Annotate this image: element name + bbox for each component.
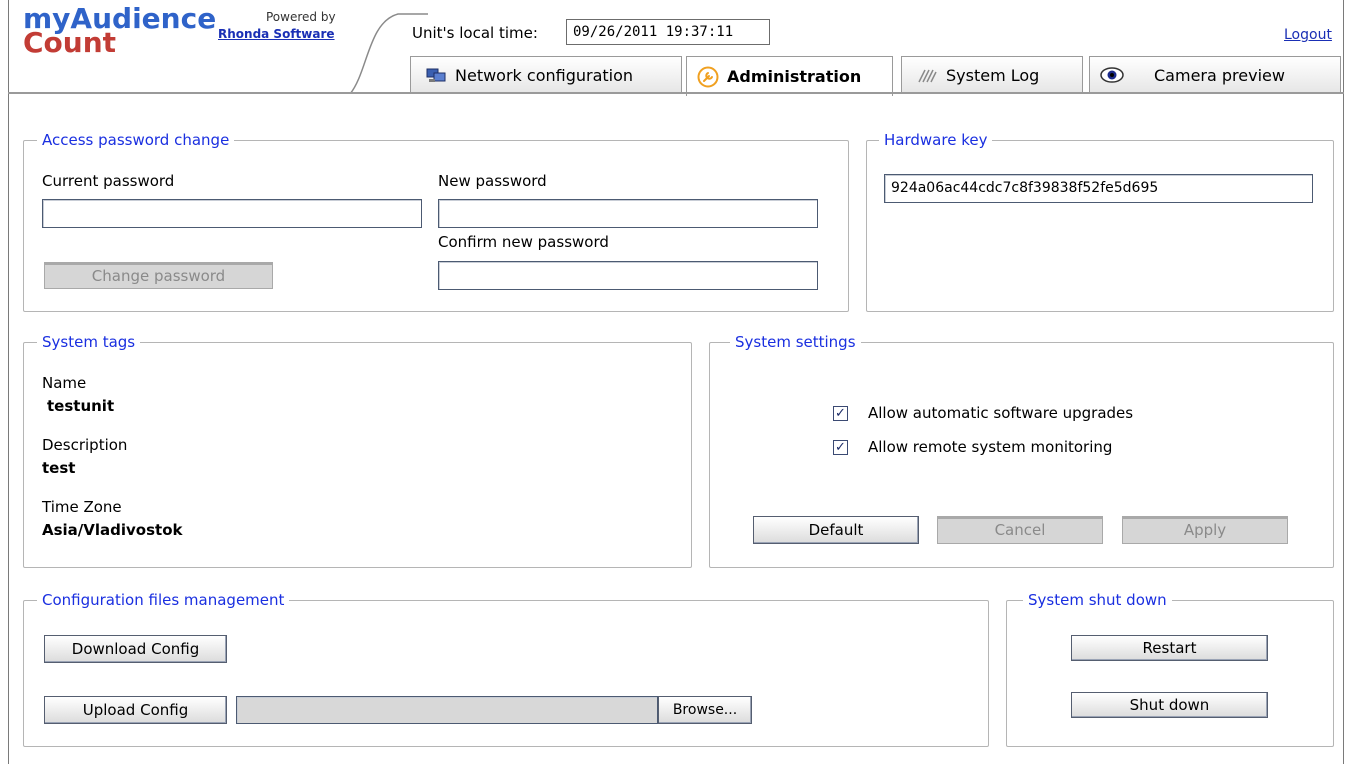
- wrench-icon: [697, 66, 719, 87]
- panel-legend: System tags: [37, 333, 141, 351]
- tab-label: System Log: [946, 65, 1040, 85]
- shutdown-button[interactable]: Shut down: [1071, 692, 1268, 718]
- monitoring-checkbox[interactable]: ✓: [833, 440, 848, 455]
- tab-network-configuration[interactable]: Network configuration: [410, 56, 682, 93]
- eye-icon: [1100, 67, 1124, 83]
- tab-camera-preview[interactable]: Camera preview: [1089, 56, 1341, 93]
- vendor-link[interactable]: Rhonda Software: [218, 27, 335, 41]
- brand-logo-line2: Count: [23, 26, 117, 59]
- download-config-button[interactable]: Download Config: [44, 635, 227, 663]
- panel-legend: System settings: [730, 333, 861, 351]
- local-time-label: Unit's local time:: [412, 24, 538, 42]
- new-password-field[interactable]: [438, 199, 818, 228]
- local-time-value: 09/26/2011 19:37:11: [566, 19, 770, 45]
- tab-baseline: [8, 92, 1344, 94]
- tab-label: Administration: [727, 67, 862, 86]
- apply-button[interactable]: Apply: [1122, 516, 1288, 544]
- change-password-button[interactable]: Change password: [44, 262, 273, 289]
- panel-legend: Configuration files management: [37, 591, 290, 609]
- network-icon: [426, 68, 446, 82]
- default-button[interactable]: Default: [753, 516, 919, 544]
- log-icon: [918, 69, 937, 83]
- new-password-label: New password: [438, 172, 547, 190]
- name-value: testunit: [47, 397, 115, 415]
- panel-legend: Hardware key: [879, 131, 993, 149]
- description-label: Description: [42, 436, 128, 454]
- tab-label: Network configuration: [455, 65, 634, 85]
- tab-system-log[interactable]: System Log: [901, 56, 1083, 93]
- powered-by-label: Powered by: [266, 10, 336, 24]
- check-icon: ✓: [835, 440, 846, 455]
- system-shutdown-panel: System shut down: [1006, 591, 1334, 747]
- config-files-panel: Configuration files management: [23, 591, 989, 747]
- name-label: Name: [42, 374, 87, 392]
- upload-config-button[interactable]: Upload Config: [44, 696, 227, 724]
- tab-administration[interactable]: Administration: [686, 56, 893, 96]
- hardware-key-panel: Hardware key: [866, 131, 1334, 312]
- upgrades-label: Allow automatic software upgrades: [868, 404, 1134, 422]
- tab-label: Camera preview: [1154, 65, 1285, 85]
- description-value: test: [42, 459, 76, 477]
- panel-legend: System shut down: [1023, 591, 1172, 609]
- upload-file-path-field[interactable]: [236, 696, 658, 724]
- logout-link[interactable]: Logout: [1284, 27, 1332, 43]
- time-zone-value: Asia/Vladivostok: [42, 521, 183, 539]
- current-password-label: Current password: [42, 172, 175, 190]
- cancel-button[interactable]: Cancel: [937, 516, 1103, 544]
- browse-button[interactable]: Browse...: [658, 696, 752, 724]
- check-icon: ✓: [835, 406, 846, 421]
- monitoring-label: Allow remote system monitoring: [868, 438, 1113, 456]
- upgrades-checkbox[interactable]: ✓: [833, 406, 848, 421]
- confirm-password-field[interactable]: [438, 261, 818, 290]
- hardware-key-field[interactable]: 924a06ac44cdc7c8f39838f52fe5d695: [884, 174, 1313, 203]
- time-zone-label: Time Zone: [42, 498, 122, 516]
- restart-button[interactable]: Restart: [1071, 635, 1268, 661]
- panel-legend: Access password change: [37, 131, 235, 149]
- confirm-password-label: Confirm new password: [438, 233, 609, 251]
- current-password-field[interactable]: [42, 199, 422, 228]
